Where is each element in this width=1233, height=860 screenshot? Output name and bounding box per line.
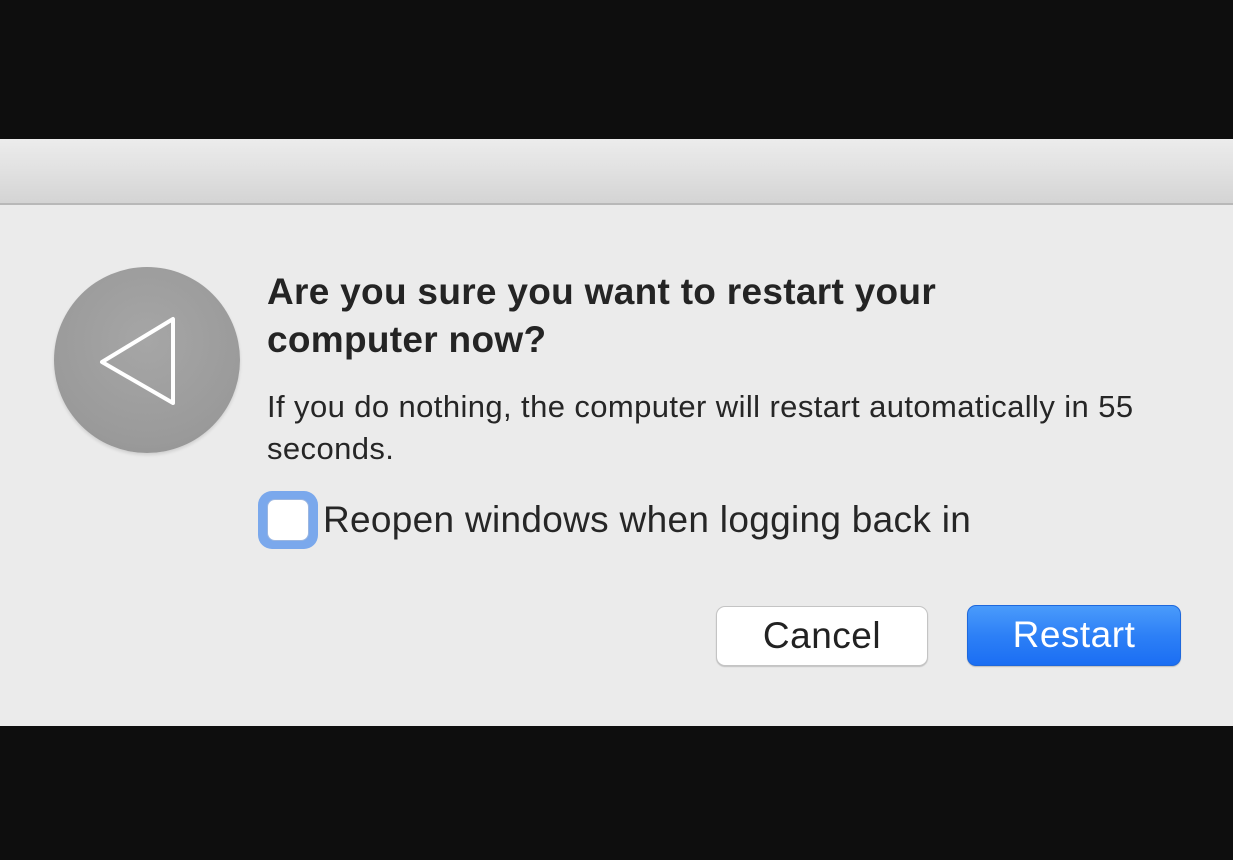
dialog-body: Are you sure you want to restart your co… [0, 205, 1233, 726]
reopen-windows-option[interactable]: Reopen windows when logging back in [258, 491, 971, 549]
letterbox-top [0, 0, 1233, 139]
restart-triangle-icon [54, 267, 240, 453]
letterbox-bottom [0, 726, 1233, 860]
checkbox-box [267, 499, 309, 541]
restart-button[interactable]: Restart [967, 605, 1181, 666]
restart-dialog: Are you sure you want to restart your co… [0, 139, 1233, 726]
dialog-titlebar [0, 139, 1233, 205]
reopen-windows-label[interactable]: Reopen windows when logging back in [323, 498, 971, 542]
dialog-informative-text: If you do nothing, the computer will res… [267, 389, 1134, 466]
reopen-windows-checkbox[interactable] [258, 491, 318, 549]
dialog-title: Are you sure you want to restart your co… [267, 271, 937, 360]
cancel-button[interactable]: Cancel [716, 606, 928, 666]
